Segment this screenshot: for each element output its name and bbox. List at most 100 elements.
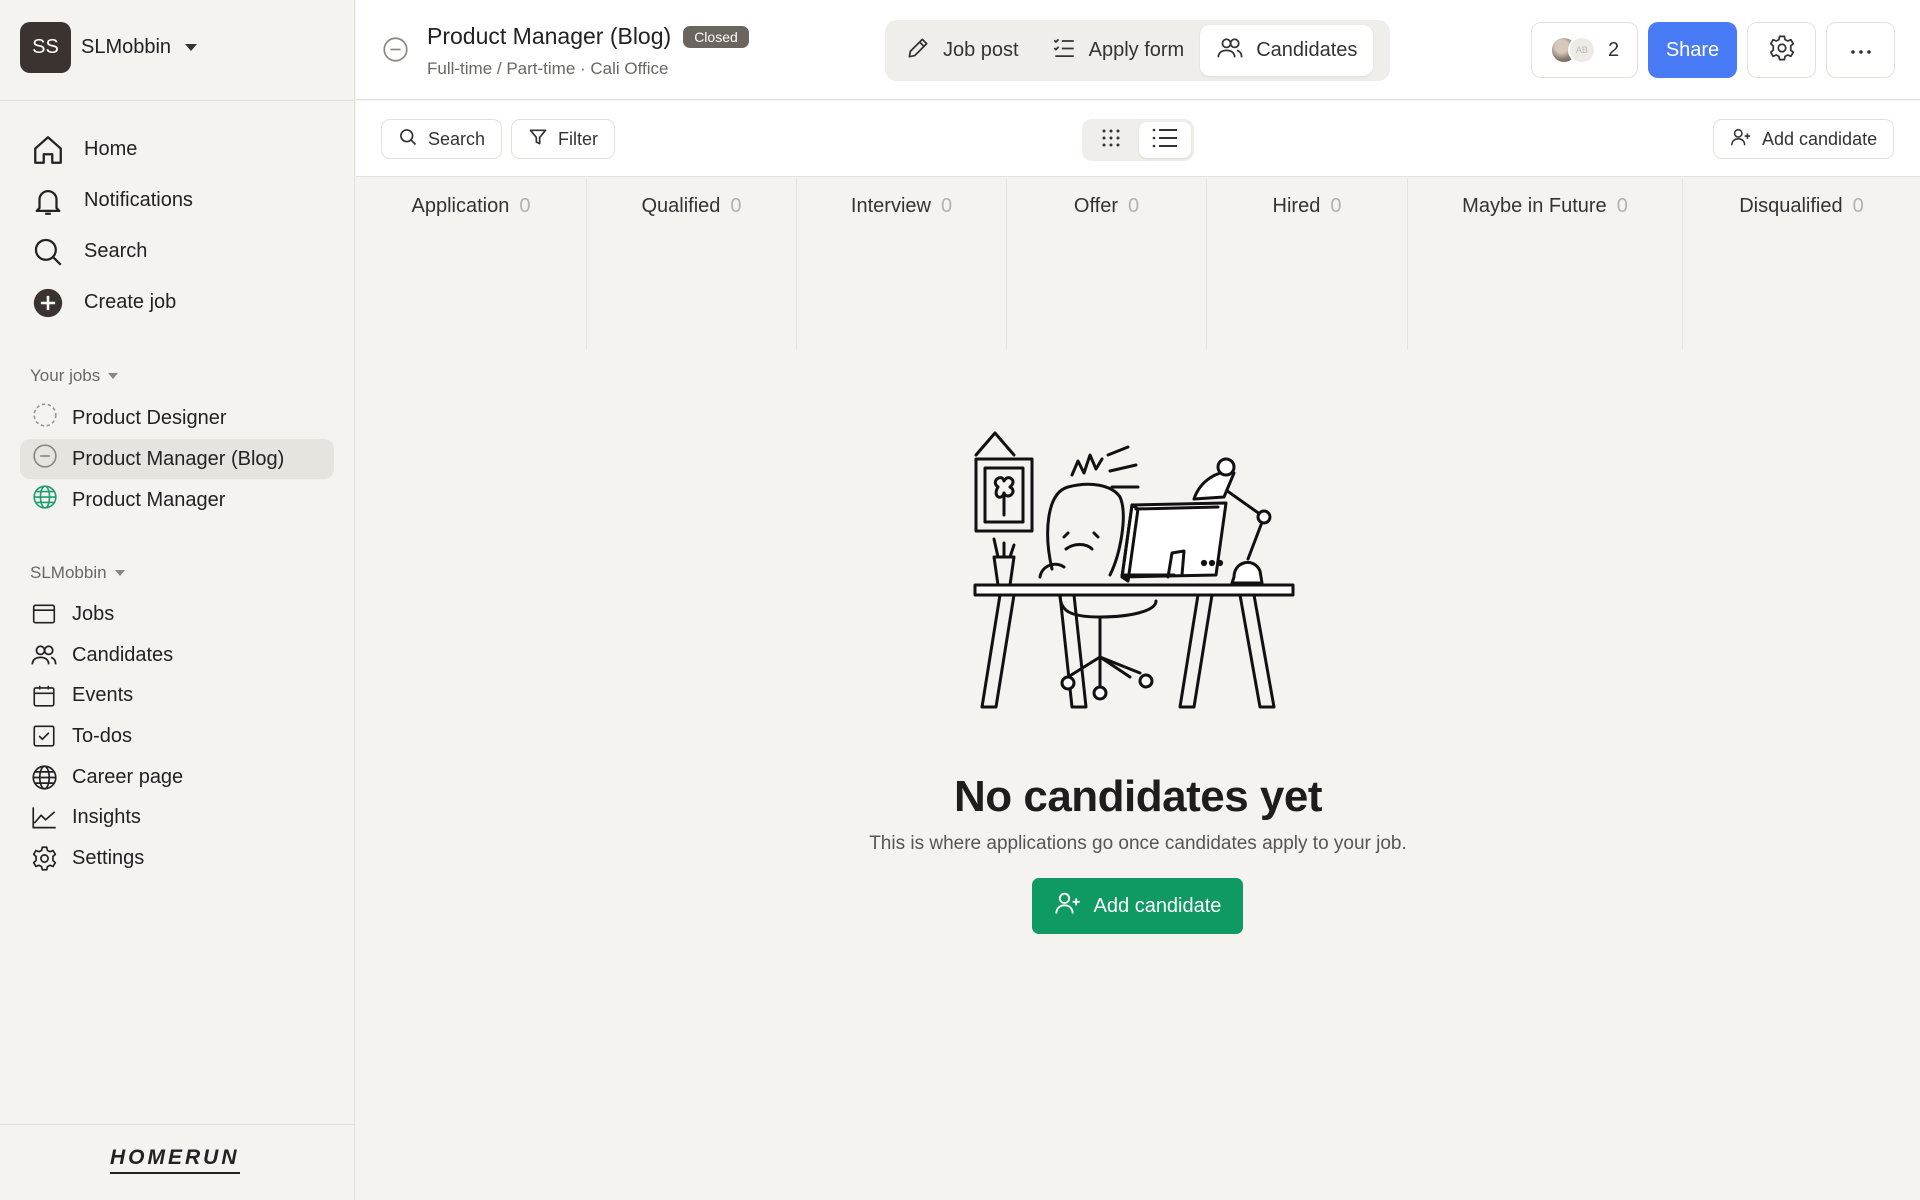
your-jobs-section-toggle[interactable]: Your jobs <box>30 366 119 386</box>
nav-settings[interactable]: Settings <box>30 838 183 879</box>
nav-candidates[interactable]: Candidates <box>30 635 183 676</box>
stage-column-maybe-in-future[interactable]: Maybe in Future 0 <box>1408 178 1683 350</box>
board-toolbar: Search Filter Add candidate <box>356 101 1920 177</box>
nav-todos[interactable]: To-dos <box>30 716 183 757</box>
workspace-switcher[interactable]: SS SLMobbin <box>20 22 198 73</box>
stage-count: 0 <box>730 195 742 217</box>
divider <box>0 1124 355 1125</box>
search-label: Search <box>428 128 486 149</box>
search-button[interactable]: Search <box>381 119 503 159</box>
calendar-icon <box>30 682 58 710</box>
section-label: Your jobs <box>30 366 101 385</box>
main-nav: Home Notifications Search Create job <box>30 124 193 328</box>
stage-name: Interview <box>850 195 931 217</box>
homerun-logo[interactable]: HOMERUN <box>110 1146 240 1174</box>
nav-search[interactable]: Search <box>30 226 193 277</box>
stage-name: Offer <box>1073 195 1118 217</box>
job-header: Product Manager (Blog) Closed Full-time … <box>356 0 1920 100</box>
filter-icon <box>528 127 548 152</box>
job-subtitle: Full-time / Part-time · Cali Office <box>427 59 669 78</box>
stage-count: 0 <box>1330 195 1342 217</box>
divider <box>0 100 355 101</box>
filter-button[interactable]: Filter <box>511 119 615 159</box>
home-icon <box>30 132 66 168</box>
workspace-nav: Jobs Candidates Events To-dos Career pag… <box>30 594 183 879</box>
sidebar: SS SLMobbin Home Notifications Search Cr… <box>0 0 355 1200</box>
stage-column-hired[interactable]: Hired 0 <box>1207 178 1408 350</box>
stage-count: 0 <box>1127 195 1140 217</box>
stage-name: Hired <box>1272 195 1321 217</box>
nav-events[interactable]: Events <box>30 675 183 716</box>
workspace-section-toggle[interactable]: SLMobbin <box>30 563 125 583</box>
job-item-product-manager-blog[interactable]: Product Manager (Blog) <box>20 439 334 479</box>
plus-circle-icon <box>30 285 66 321</box>
members-count: 2 <box>1607 38 1620 61</box>
checklist-icon <box>1051 35 1077 67</box>
globe-icon <box>30 763 58 791</box>
job-item-product-manager[interactable]: Product Manager <box>20 480 334 520</box>
closed-icon <box>32 443 58 475</box>
page-title: Product Manager (Blog) Closed <box>427 23 749 50</box>
list-view-button[interactable] <box>1139 122 1191 158</box>
section-label: SLMobbin <box>30 563 107 582</box>
stage-name: Qualified <box>641 195 721 217</box>
stage-name: Disqualified <box>1739 195 1843 217</box>
job-item-product-designer[interactable]: Product Designer <box>20 398 334 438</box>
tab-apply-form[interactable]: Apply form <box>1035 25 1201 76</box>
users-icon <box>1216 34 1244 68</box>
empty-state-subtitle: This is where applications go once candi… <box>869 833 1407 854</box>
nav-career-page[interactable]: Career page <box>30 757 183 798</box>
workspace-name: SLMobbin <box>81 36 172 58</box>
nav-label: Career page <box>72 765 184 788</box>
empty-desk-illustration <box>960 425 1310 730</box>
stage-column-disqualified[interactable]: Disqualified 0 <box>1683 178 1920 350</box>
nav-create-job[interactable]: Create job <box>30 277 193 328</box>
stage-column-application[interactable]: Application 0 <box>356 178 587 350</box>
tab-label: Candidates <box>1256 39 1358 61</box>
nav-insights[interactable]: Insights <box>30 797 183 838</box>
grid-view-button[interactable] <box>1085 122 1137 158</box>
nav-notifications[interactable]: Notifications <box>30 175 193 226</box>
pencil-icon <box>905 35 931 67</box>
checkbox-icon <box>30 722 58 750</box>
nav-label: Create job <box>84 291 177 313</box>
stage-column-offer[interactable]: Offer 0 <box>1007 178 1207 350</box>
more-options-button[interactable] <box>1826 22 1895 78</box>
closed-status-icon[interactable] <box>382 36 409 68</box>
chart-icon <box>30 804 58 832</box>
search-icon <box>398 127 418 152</box>
avatar-stack: AB <box>1549 36 1596 64</box>
add-candidate-label: Add candidate <box>1093 894 1222 917</box>
share-button[interactable]: Share <box>1648 22 1737 78</box>
stage-column-qualified[interactable]: Qualified 0 <box>587 178 797 350</box>
nav-label: To-dos <box>72 724 133 747</box>
filter-label: Filter <box>558 128 598 149</box>
nav-home[interactable]: Home <box>30 124 193 175</box>
pipeline-columns: Application 0 Qualified 0 Interview 0 Offer… <box>356 178 1920 350</box>
empty-state-title: No candidates yet <box>953 772 1323 821</box>
avatar: AB <box>1567 36 1596 64</box>
stage-count: 0 <box>940 195 953 217</box>
job-settings-button[interactable] <box>1747 22 1816 78</box>
stage-name: Maybe in Future <box>1462 195 1607 217</box>
gear-icon <box>1768 34 1796 67</box>
add-candidate-toolbar-button[interactable]: Add candidate <box>1713 119 1895 159</box>
add-candidate-button[interactable]: Add candidate <box>1032 878 1243 934</box>
users-icon <box>30 641 58 669</box>
tab-job-post[interactable]: Job post <box>889 25 1035 76</box>
search-icon <box>30 234 66 270</box>
stage-column-interview[interactable]: Interview 0 <box>797 178 1007 350</box>
view-toggle <box>1082 119 1194 161</box>
jobs-icon <box>30 600 58 628</box>
team-members-button[interactable]: AB 2 <box>1531 22 1638 78</box>
nav-label: Search <box>84 240 148 262</box>
draft-icon <box>32 402 58 434</box>
globe-icon <box>32 484 58 516</box>
tab-candidates[interactable]: Candidates <box>1200 25 1374 76</box>
workspace-avatar: SS <box>20 22 71 73</box>
nav-jobs[interactable]: Jobs <box>30 594 183 635</box>
job-label: Product Designer <box>72 406 227 429</box>
chevron-down-icon <box>185 44 198 51</box>
gear-icon <box>30 844 58 872</box>
add-user-icon <box>1730 126 1752 153</box>
